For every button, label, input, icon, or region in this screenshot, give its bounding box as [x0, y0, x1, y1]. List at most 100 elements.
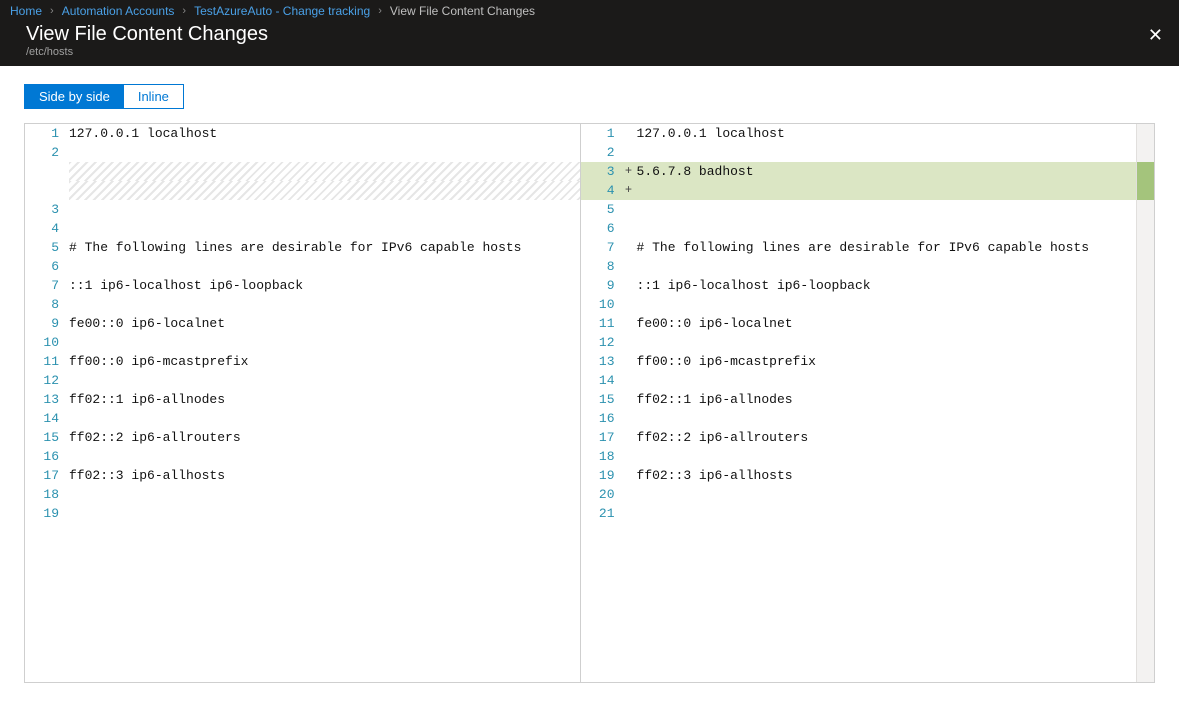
line-number: 7 [25, 276, 67, 295]
line-number: 18 [581, 447, 623, 466]
line-number: 4 [581, 181, 623, 200]
breadcrumb-change-tracking[interactable]: TestAzureAuto - Change tracking [194, 4, 370, 18]
diff-filler [69, 181, 580, 200]
line-number: 15 [581, 390, 623, 409]
line-text: ::1 ip6-localhost ip6-loopback [67, 276, 303, 295]
line-number: 6 [581, 219, 623, 238]
line-number: 4 [25, 219, 67, 238]
line-number: 11 [25, 352, 67, 371]
diff-line: 21 [581, 504, 1136, 523]
inline-button[interactable]: Inline [124, 85, 183, 108]
line-number: 12 [581, 333, 623, 352]
minimap-change-marker [1137, 162, 1154, 200]
page-title: View File Content Changes [26, 20, 268, 48]
diff-line: 11 fe00::0 ip6-localnet [581, 314, 1136, 333]
line-number: 14 [581, 371, 623, 390]
line-number: 9 [581, 276, 623, 295]
line-number: 19 [581, 466, 623, 485]
diff-line: 18 [581, 447, 1136, 466]
diff-line: 3+5.6.7.8 badhost [581, 162, 1136, 181]
chevron-right-icon: › [378, 5, 382, 17]
line-text: 5.6.7.8 badhost [635, 162, 754, 181]
plus-icon: + [623, 162, 635, 181]
line-text: ff00::0 ip6-mcastprefix [67, 352, 248, 371]
diff-line: 5 [581, 200, 1136, 219]
diff-line: 13 ff00::0 ip6-mcastprefix [581, 352, 1136, 371]
line-number: 1 [25, 124, 67, 143]
line-text: # The following lines are desirable for … [67, 238, 521, 257]
diff-line: 15ff02::2 ip6-allrouters [25, 428, 580, 447]
breadcrumb: Home › Automation Accounts › TestAzureAu… [0, 0, 1179, 20]
diff-line: 6 [25, 257, 580, 276]
line-text: # The following lines are desirable for … [635, 238, 1089, 257]
line-number: 17 [581, 428, 623, 447]
diff-line: 15 ff02::1 ip6-allnodes [581, 390, 1136, 409]
diff-line: 9::1 ip6-localhost ip6-loopback [581, 276, 1136, 295]
diff-line: 7::1 ip6-localhost ip6-loopback [25, 276, 580, 295]
line-number: 18 [25, 485, 67, 504]
diff-line: 14 [25, 409, 580, 428]
diff-line: 16 [581, 409, 1136, 428]
diff-line: 1127.0.0.1 localhost [25, 124, 580, 143]
breadcrumb-automation-accounts[interactable]: Automation Accounts [62, 4, 175, 18]
diff-pane-modified[interactable]: 1 127.0.0.1 localhost 23+5.6.7.8 badhost4+… [581, 124, 1136, 682]
line-number: 2 [581, 143, 623, 162]
diff-line: 8 [25, 295, 580, 314]
line-number: 2 [25, 143, 67, 162]
diff-line: 7 # The following lines are desirable for… [581, 238, 1136, 257]
top-bar: Home › Automation Accounts › TestAzureAu… [0, 0, 1179, 66]
diff-line: 4 [25, 219, 580, 238]
diff-pane-original[interactable]: 1127.0.0.1 localhost2 345# The following … [25, 124, 581, 682]
line-number: 17 [25, 466, 67, 485]
breadcrumb-home[interactable]: Home [10, 4, 42, 18]
line-text: ff02::1 ip6-allnodes [635, 390, 793, 409]
diff-line: 5# The following lines are desirable for… [25, 238, 580, 257]
line-number: 3 [581, 162, 623, 181]
line-number: 5 [581, 200, 623, 219]
line-number: 13 [25, 390, 67, 409]
line-number: 16 [581, 409, 623, 428]
line-text: ff02::3 ip6-allhosts [67, 466, 225, 485]
diff-line: 20 [581, 485, 1136, 504]
diff-line: 4+ [581, 181, 1136, 200]
diff-line: 16 [25, 447, 580, 466]
view-mode-toggle: Side by side Inline [24, 84, 184, 109]
line-number: 9 [25, 314, 67, 333]
diff-line: 17ff02::2 ip6-allrouters [581, 428, 1136, 447]
side-by-side-button[interactable]: Side by side [25, 85, 124, 108]
diff-line: 19 [25, 504, 580, 523]
line-number: 3 [25, 200, 67, 219]
line-text: 127.0.0.1 localhost [635, 124, 785, 143]
line-text: ff02::1 ip6-allnodes [67, 390, 225, 409]
line-number: 12 [25, 371, 67, 390]
close-icon: ✕ [1148, 25, 1163, 45]
line-text: fe00::0 ip6-localnet [635, 314, 793, 333]
diff-line [25, 181, 580, 200]
line-text: ff02::2 ip6-allrouters [67, 428, 241, 447]
diff-line: 17ff02::3 ip6-allhosts [25, 466, 580, 485]
breadcrumb-current: View File Content Changes [390, 4, 535, 18]
diff-line: 9fe00::0 ip6-localnet [25, 314, 580, 333]
diff-line: 18 [25, 485, 580, 504]
diff-line: 2 [581, 143, 1136, 162]
line-number: 20 [581, 485, 623, 504]
line-number: 1 [581, 124, 623, 143]
diff-line: 12 [581, 333, 1136, 352]
diff-line: 8 [581, 257, 1136, 276]
chevron-right-icon: › [182, 5, 186, 17]
line-number: 11 [581, 314, 623, 333]
diff-line: 1 127.0.0.1 localhost [581, 124, 1136, 143]
line-number: 5 [25, 238, 67, 257]
diff-line: 10 [25, 333, 580, 352]
line-number: 8 [25, 295, 67, 314]
diff-filler [69, 162, 580, 181]
line-number: 13 [581, 352, 623, 371]
line-text: ff02::3 ip6-allhosts [635, 466, 793, 485]
close-button[interactable]: ✕ [1146, 20, 1165, 50]
line-text: ff00::0 ip6-mcastprefix [635, 352, 816, 371]
chevron-right-icon: › [50, 5, 54, 17]
diff-line [25, 162, 580, 181]
minimap-scrollbar[interactable] [1136, 124, 1154, 682]
line-number: 7 [581, 238, 623, 257]
line-number: 10 [581, 295, 623, 314]
